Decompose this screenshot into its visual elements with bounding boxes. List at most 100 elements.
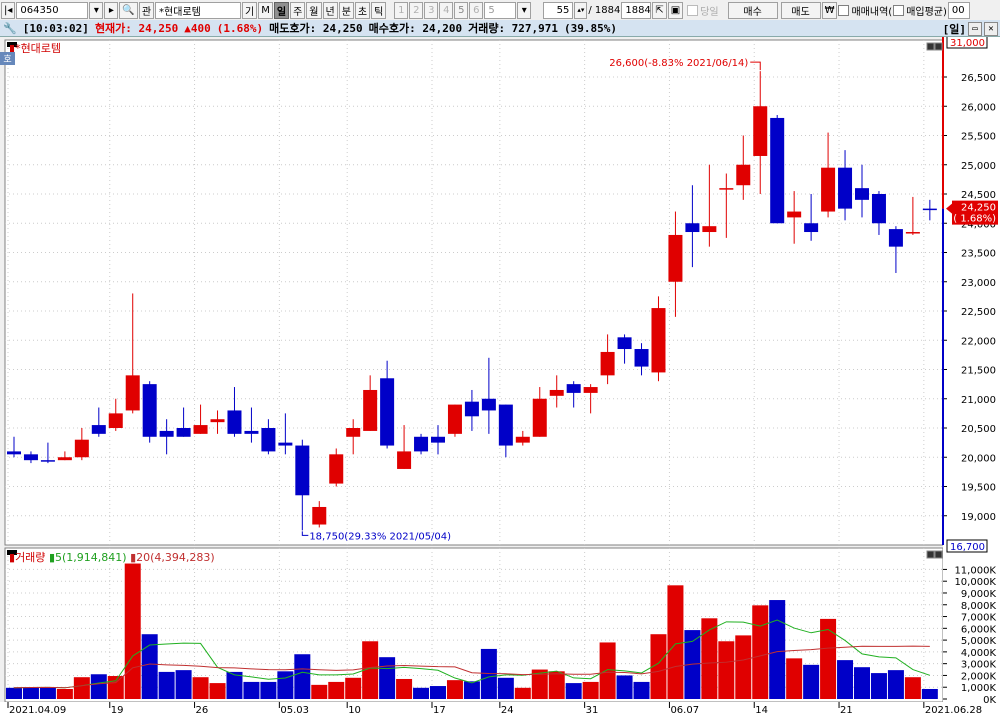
volume-bar [209, 683, 226, 699]
candle-body [23, 454, 38, 461]
maximize-icon[interactable]: ▭ [968, 22, 982, 36]
ma20-legend-value: 20(4,394,283) [136, 551, 215, 564]
today-checkbox[interactable]: 당일 [687, 3, 719, 18]
volume-rate: (39.85%) [564, 21, 618, 35]
candle-body [431, 436, 445, 443]
low-annotation: 18,750(29.33% 2021/05/04) [309, 531, 451, 542]
volume-bar [565, 683, 582, 699]
save-icon[interactable]: ▣ [667, 1, 684, 19]
close-icon[interactable]: ✕ [984, 22, 998, 36]
candle-body [855, 188, 869, 200]
volume-bar [446, 680, 463, 699]
period-day-tab[interactable]: 일 [273, 1, 290, 19]
avg-price-label: 매입평균) [906, 6, 947, 18]
candle-body [549, 389, 564, 396]
candle-body [922, 208, 937, 211]
price-tick-label: 25,500 [961, 132, 996, 143]
wrench-icon[interactable]: 🔧 [3, 22, 17, 35]
date-label: 2021.06.28 [925, 705, 982, 715]
interval-2-button[interactable]: 2 [409, 1, 424, 19]
interval-3-button[interactable]: 3 [424, 1, 439, 19]
interval-6-button[interactable]: 6 [469, 1, 484, 19]
candle-body [787, 211, 802, 218]
volume-legend-name: 거래량 [15, 551, 46, 564]
volume-tick-label: 6,000K [961, 624, 997, 635]
quote-bar: 🔧 [10:03:02] 현재가: 24,250 ▲400 (1.68%) 매도… [0, 20, 1000, 37]
volume-bar [870, 673, 887, 699]
period-second-tab[interactable]: 초 [354, 1, 371, 19]
m-button[interactable]: M [258, 1, 273, 19]
bid-price: 매수호가: 24,200 [368, 22, 463, 35]
volume-bar [6, 687, 22, 699]
volume-bar [633, 681, 650, 699]
stock-code-input[interactable]: 064350 [16, 1, 89, 19]
interval-4-button[interactable]: 4 [439, 1, 454, 19]
price-pane-minimize-icon[interactable] [926, 42, 935, 51]
avg-price-checkbox[interactable]: 매입평균) [893, 3, 947, 18]
volume-bar [582, 681, 599, 699]
period-year-tab[interactable]: 년 [322, 1, 338, 19]
volume-pane-close-icon[interactable] [934, 550, 943, 559]
count-spinner[interactable]: ▴▾ [574, 1, 588, 19]
volume-bar [243, 681, 260, 699]
next-button[interactable]: ▸ [104, 1, 119, 19]
candle-body [651, 308, 666, 373]
option-select[interactable]: 00 [947, 1, 970, 19]
volume-tick-label: 8,000K [961, 601, 997, 612]
candle-body [210, 419, 225, 423]
currency-button[interactable]: ₩ [821, 1, 838, 19]
volume-tick-label: 5,000K [961, 636, 997, 647]
first-record-button[interactable]: |◂ [1, 1, 16, 19]
interval-select[interactable]: 5 [484, 1, 517, 19]
quote-badge[interactable]: 호 [0, 52, 15, 65]
interval-5-button[interactable]: 5 [454, 1, 469, 19]
gi-button[interactable]: 기 [242, 1, 258, 19]
price-tick-label: 22,000 [961, 336, 996, 347]
code-dropdown-button[interactable]: ▾ [89, 1, 104, 19]
volume-bar [141, 634, 158, 699]
total-count-input[interactable]: 1884 [621, 1, 652, 19]
export-icon[interactable]: ⇱ [652, 1, 667, 19]
date-label: 26 [196, 705, 209, 715]
interval-dropdown-button[interactable]: ▾ [517, 1, 532, 19]
candle-body [57, 457, 72, 461]
candle-body [380, 378, 395, 446]
price-tick-label: 22,500 [961, 307, 996, 318]
volume-bar [124, 563, 141, 699]
volume-bar [90, 674, 107, 699]
volume-bar [260, 681, 277, 699]
period-tick-tab[interactable]: 틱 [371, 1, 387, 19]
volume-bar [430, 686, 446, 699]
candle-body [617, 337, 632, 350]
volume-bar [904, 677, 921, 699]
candle-body [600, 351, 615, 376]
period-minute-tab[interactable]: 분 [338, 1, 354, 19]
interval-1-button[interactable]: 1 [394, 1, 409, 19]
stock-name-input[interactable]: *현대로템 [155, 1, 242, 19]
candle-body [515, 436, 530, 443]
trade-volume: 거래량: 727,971 [468, 22, 559, 35]
ask-price: 매도호가: 24,250 [269, 22, 363, 35]
candle-body [583, 387, 598, 393]
count-input[interactable]: 55 [543, 1, 574, 19]
period-month-tab[interactable]: 월 [306, 1, 322, 19]
date-label: 21 [840, 705, 853, 715]
volume-legend: ▮거래량 ▮5(1,914,841) ▮20(4,394,283) [9, 549, 215, 565]
volume-tick-label: 10,000K [954, 577, 996, 588]
candle-body [464, 401, 479, 417]
candle-body [905, 232, 920, 234]
price-pane-close-icon[interactable] [934, 42, 943, 51]
volume-tick-label: 11,000K [954, 565, 996, 576]
volume-pane-minimize-icon[interactable] [926, 550, 935, 559]
period-week-tab[interactable]: 주 [290, 1, 306, 19]
trade-history-checkbox[interactable]: 매매내역( [838, 3, 892, 18]
candle-body [227, 410, 242, 434]
stock-chart[interactable]: 19,000 19,500 20,000 20,500 21,000 21,500 22,0… [0, 37, 1000, 715]
volume-bar [56, 688, 73, 699]
sell-button[interactable]: 매도 [780, 1, 821, 19]
search-icon[interactable]: 🔍 [119, 1, 138, 19]
date-label: 14 [755, 705, 768, 715]
price-pane-stock-name: *현대로템 [15, 42, 62, 55]
buy-button[interactable]: 매수 [727, 1, 778, 19]
watchlist-button[interactable]: 관 [138, 1, 155, 19]
